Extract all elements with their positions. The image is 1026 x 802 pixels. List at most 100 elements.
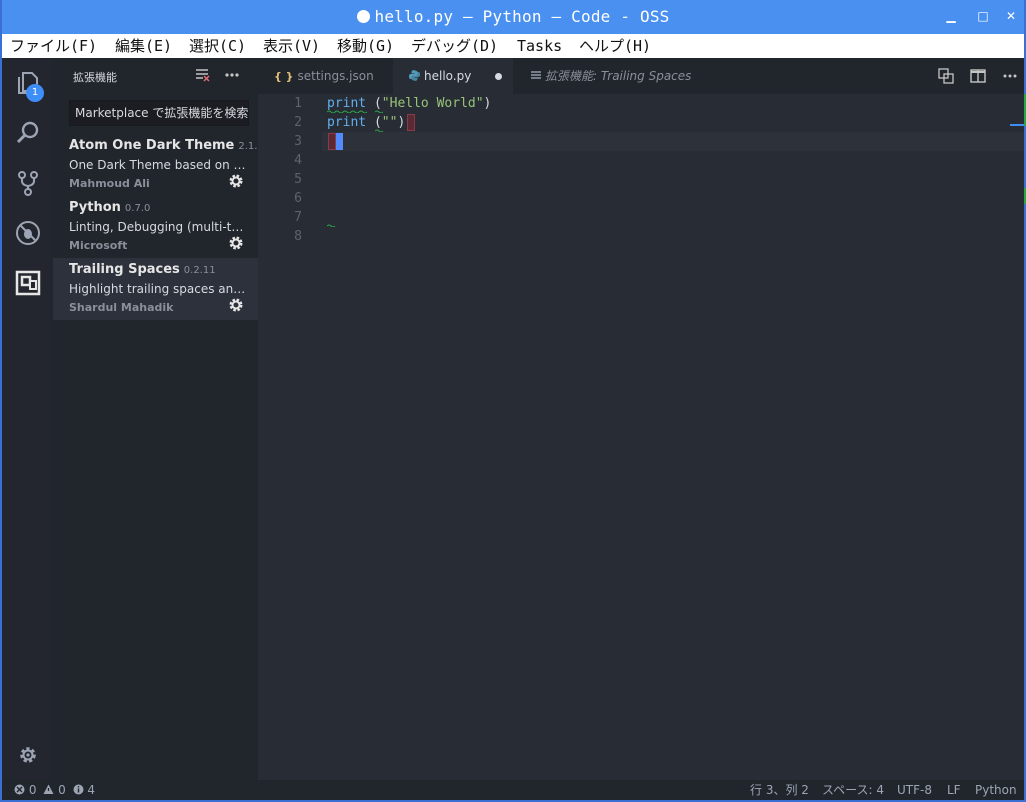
error-icon [14, 784, 25, 795]
code-punctuation: ) [397, 115, 406, 130]
extension-name-line: Atom One Dark Theme 2.1.0 [69, 138, 264, 153]
line-number: 4 [294, 153, 302, 168]
extensions-icon [15, 270, 41, 296]
extension-item-trailing-spaces[interactable]: Trailing Spaces 0.2.11 Highlight trailing… [53, 258, 258, 320]
extension-gear-icon[interactable] [228, 173, 244, 189]
extension-name: Atom One Dark Theme [69, 138, 235, 153]
menu-selection[interactable]: 選択(C) [189, 34, 246, 58]
menu-file[interactable]: ファイル(F) [10, 34, 97, 58]
code-keyword: print [327, 115, 367, 130]
code-editor[interactable]: 1 2 3 4 5 6 7 8 print ("Hello World") pr… [258, 94, 1026, 780]
menu-go[interactable]: 移動(G) [337, 34, 394, 58]
clear-extensions-icon[interactable] [193, 66, 211, 84]
extension-gear-icon[interactable] [228, 235, 244, 251]
eol-setting[interactable]: LF [947, 780, 961, 800]
activity-search[interactable] [2, 108, 53, 158]
extensions-search-input[interactable] [69, 100, 249, 126]
extension-gear-icon[interactable] [228, 297, 244, 313]
tab-label: Trailing Spaces [597, 69, 692, 83]
status-bar: 0 0 4 行 3、列 2 スペース: 4 UTF-8 LF Python [2, 780, 1024, 800]
settings-gear-icon [20, 747, 36, 763]
editor-scrollbar[interactable] [1010, 94, 1024, 780]
extension-description: Highlight trailing spaces and delete the… [69, 282, 247, 296]
extension-publisher: Mahmoud Ali [69, 177, 150, 190]
extension-item-atom-one-dark[interactable]: Atom One Dark Theme 2.1.0 One Dark Theme … [53, 134, 264, 196]
error-count: 0 [28, 783, 37, 797]
code-punctuation: ) [483, 96, 492, 111]
code-punctuation: ( [366, 96, 382, 111]
title-bar: hello.py — Python — Code - OSS ▁ □ ✕ [2, 0, 1024, 34]
menu-bar: ファイル(F) 編集(E) 選択(C) 表示(V) 移動(G) デバッグ(D) … [2, 34, 1024, 58]
encoding-setting[interactable]: UTF-8 [897, 780, 932, 800]
code-line: print ("") [327, 113, 405, 132]
indentation-setting[interactable]: スペース: 4 [822, 780, 884, 800]
code-string: "Hello World" [381, 96, 484, 111]
tab-hello-py[interactable]: hello.py [393, 58, 513, 94]
minimize-button[interactable]: ▁ [944, 9, 958, 23]
menu-edit[interactable]: 編集(E) [115, 34, 172, 58]
extension-version: 0.2.11 [183, 265, 216, 276]
activity-manage[interactable] [2, 730, 53, 780]
activity-source-control[interactable] [2, 158, 53, 208]
trailing-space-highlight [328, 133, 336, 150]
lint-warning-squiggle [375, 129, 383, 132]
activity-debug[interactable] [2, 208, 53, 258]
extension-name-line: Trailing Spaces 0.2.11 [69, 262, 216, 277]
preview-icon [531, 71, 541, 79]
code-punctuation: ( [366, 115, 382, 130]
sidebar-title: 拡張機能 [73, 71, 117, 84]
extension-description: Linting, Debugging (multi-threaded, remo… [69, 220, 247, 234]
line-number: 5 [294, 172, 302, 187]
cursor-position[interactable]: 行 3、列 2 [750, 780, 809, 800]
activity-extensions[interactable] [2, 258, 53, 308]
extension-version: 0.7.0 [124, 203, 151, 214]
activity-bar: 1 [2, 58, 53, 780]
code-string: "" [381, 115, 398, 130]
tab-extension-trailing-spaces[interactable]: 拡張機能: Trailing Spaces [513, 58, 733, 94]
activity-explorer[interactable]: 1 [2, 58, 53, 108]
menu-help[interactable]: ヘルプ(H) [579, 34, 651, 58]
extension-item-python[interactable]: Python 0.7.0 Linting, Debugging (multi-th… [53, 196, 258, 258]
tab-label: settings.json [297, 69, 374, 83]
text-cursor [336, 133, 343, 150]
trailing-space-highlight [407, 114, 415, 131]
language-mode[interactable]: Python [975, 780, 1017, 800]
close-button[interactable]: ✕ [1004, 9, 1018, 23]
extension-description: One Dark Theme based on Atom [69, 158, 247, 172]
current-line-highlight [322, 132, 1024, 151]
app-window: hello.py — Python — Code - OSS ▁ □ ✕ ファイ… [0, 0, 1026, 802]
window-title: hello.py — Python — Code - OSS [2, 0, 1024, 34]
debug-icon [16, 221, 40, 245]
unsaved-changes-dot-icon[interactable] [495, 73, 502, 80]
line-number: 1 [294, 96, 302, 111]
unsaved-dot-icon [356, 10, 370, 23]
extension-name-line: Python 0.7.0 [69, 200, 150, 215]
more-actions-icon[interactable] [223, 66, 241, 84]
extensions-sidebar: 拡張機能 Atom One Dark Theme2.1.0 One Dark T… [53, 58, 264, 780]
overview-ruler-cursor [1010, 124, 1024, 126]
tab-label: hello.py [424, 69, 472, 83]
menu-debug[interactable]: デバッグ(D) [411, 34, 498, 58]
info-count: 4 [87, 783, 96, 797]
problems-summary[interactable]: 0 0 4 [14, 780, 95, 800]
warning-count: 0 [58, 783, 66, 797]
line-number: 3 [294, 134, 302, 149]
open-changes-icon[interactable] [938, 68, 954, 84]
warning-icon [43, 784, 54, 794]
maximize-button[interactable]: □ [976, 9, 990, 23]
editor-more-actions-icon[interactable] [1002, 68, 1018, 84]
split-editor-icon[interactable] [970, 68, 986, 84]
info-icon [73, 784, 84, 795]
python-icon [409, 70, 420, 81]
tab-settings-json[interactable]: { } settings.json [258, 58, 393, 94]
line-number: 2 [294, 115, 302, 130]
search-icon [16, 121, 39, 144]
lint-warning-squiggle [327, 110, 367, 113]
line-number: 6 [294, 191, 302, 206]
menu-tasks[interactable]: Tasks [517, 34, 562, 58]
extension-name: Trailing Spaces [69, 262, 180, 277]
editor-tab-bar: { } settings.json hello.py 拡張機能: Trailing… [258, 58, 1024, 94]
explorer-badge: 1 [26, 84, 44, 102]
menu-view[interactable]: 表示(V) [263, 34, 320, 58]
line-number: 7 [294, 210, 302, 225]
